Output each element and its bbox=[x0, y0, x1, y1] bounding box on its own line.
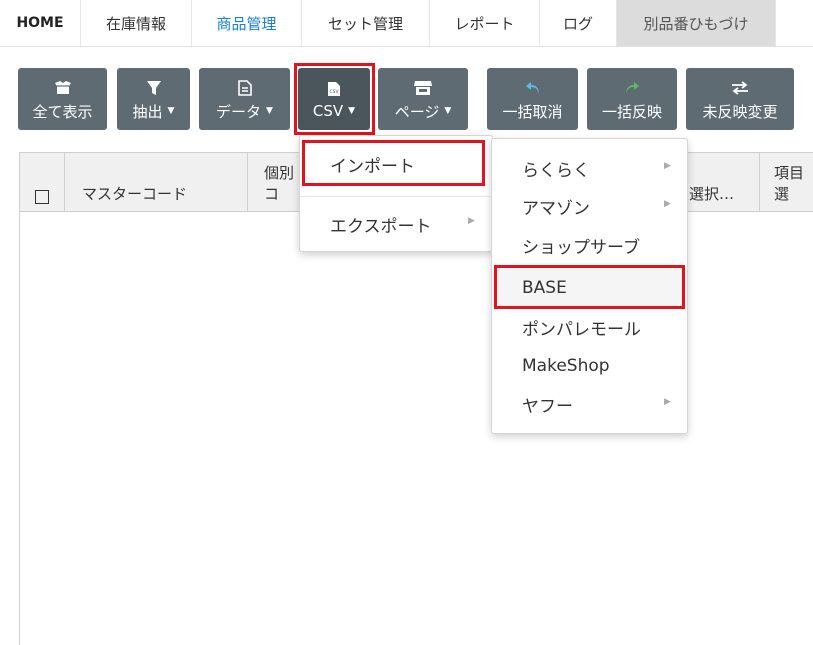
import-base-label: BASE bbox=[522, 278, 567, 298]
store-icon bbox=[413, 77, 433, 99]
csv-dropdown-menu: インポート エクスポート ▶ bbox=[299, 135, 493, 252]
tab-set-management[interactable]: セット管理 bbox=[302, 0, 430, 46]
import-makeshop-label: MakeShop bbox=[522, 356, 610, 376]
import-rakuraku[interactable]: らくらく ▶ bbox=[492, 149, 687, 187]
top-navigation: HOME 在庫情報 商品管理 セット管理 レポート ログ 別品番ひもづけ bbox=[0, 0, 813, 47]
caret-down-icon: ▼ bbox=[266, 106, 273, 116]
import-yahoo-label: ヤフー bbox=[522, 396, 573, 417]
import-shopserve-label: ショップサーブ bbox=[522, 237, 640, 258]
tab-log[interactable]: ログ bbox=[540, 0, 617, 46]
column-item-select[interactable]: 項目選 bbox=[760, 153, 813, 212]
menu-item-import[interactable]: インポート bbox=[300, 144, 492, 184]
csv-button[interactable]: CSV CSV ▼ bbox=[298, 68, 370, 130]
import-base[interactable]: BASE bbox=[492, 269, 687, 307]
exchange-icon bbox=[731, 77, 749, 99]
show-all-label: 全て表示 bbox=[32, 102, 93, 121]
undo-all-button[interactable]: 一括取消 bbox=[487, 68, 578, 130]
chevron-right-icon: ▶ bbox=[664, 161, 671, 171]
chevron-right-icon: ▶ bbox=[664, 397, 671, 407]
import-submenu: らくらく ▶ アマゾン ▶ ショップサーブ BASE ポンパレモール MakeS… bbox=[491, 138, 688, 434]
apply-all-button[interactable]: 一括反映 bbox=[587, 68, 677, 130]
undo-icon bbox=[524, 77, 542, 99]
unapplied-changes-button[interactable]: 未反映変更 bbox=[686, 68, 794, 130]
import-ponparemall[interactable]: ポンパレモール bbox=[492, 308, 687, 346]
tab-home[interactable]: HOME bbox=[0, 0, 81, 46]
svg-text:CSV: CSV bbox=[329, 89, 339, 95]
unapplied-changes-label: 未反映変更 bbox=[702, 102, 778, 121]
extract-button[interactable]: 抽出 ▼ bbox=[117, 68, 190, 130]
undo-all-label: 一括取消 bbox=[502, 102, 563, 121]
csv-label: CSV bbox=[312, 102, 344, 120]
page-label: ページ bbox=[394, 102, 440, 121]
caret-down-icon: ▼ bbox=[167, 106, 175, 116]
column-item-select-label: 項目選 bbox=[774, 164, 805, 203]
import-amazon-label: アマゾン bbox=[522, 198, 590, 219]
select-all-checkbox[interactable] bbox=[35, 190, 49, 204]
show-all-button[interactable]: 全て表示 bbox=[18, 68, 107, 130]
filter-icon bbox=[146, 77, 162, 99]
import-amazon[interactable]: アマゾン ▶ bbox=[492, 187, 687, 225]
chevron-right-icon: ▶ bbox=[664, 199, 671, 209]
document-icon bbox=[237, 77, 252, 99]
tab-inventory[interactable]: 在庫情報 bbox=[81, 0, 192, 46]
caret-down-icon: ▼ bbox=[348, 106, 356, 116]
csv-file-icon: CSV bbox=[327, 78, 341, 100]
menu-item-export-label: エクスポート bbox=[330, 216, 432, 237]
caret-down-icon: ▼ bbox=[444, 106, 452, 116]
page-button[interactable]: ページ ▼ bbox=[378, 68, 468, 130]
apply-all-label: 一括反映 bbox=[601, 102, 662, 121]
tab-report[interactable]: レポート bbox=[430, 0, 540, 46]
data-label: データ bbox=[216, 102, 262, 121]
data-button[interactable]: データ ▼ bbox=[199, 68, 290, 130]
import-shopserve[interactable]: ショップサーブ bbox=[492, 226, 687, 264]
tab-product-management[interactable]: 商品管理 bbox=[192, 0, 302, 46]
column-selection-label: 選択… bbox=[689, 185, 735, 203]
box-open-icon bbox=[53, 77, 73, 99]
chevron-right-icon: ▶ bbox=[468, 216, 475, 226]
tab-alt-part-linking[interactable]: 別品番ひもづけ bbox=[617, 0, 776, 46]
import-ponparemall-label: ポンパレモール bbox=[522, 319, 641, 340]
column-master-code-label: マスターコード bbox=[82, 185, 188, 203]
menu-divider bbox=[300, 196, 492, 197]
import-makeshop[interactable]: MakeShop bbox=[492, 347, 687, 385]
column-master-code[interactable]: マスターコード bbox=[65, 153, 248, 212]
column-selection[interactable]: 選択… bbox=[680, 153, 760, 212]
import-rakuraku-label: らくらく bbox=[522, 160, 590, 181]
menu-item-import-label: インポート bbox=[330, 156, 415, 177]
redo-icon bbox=[623, 77, 641, 99]
import-yahoo[interactable]: ヤフー ▶ bbox=[492, 385, 687, 423]
menu-item-export[interactable]: エクスポート ▶ bbox=[300, 204, 492, 244]
extract-label: 抽出 bbox=[132, 102, 163, 121]
select-all-column bbox=[20, 153, 65, 212]
